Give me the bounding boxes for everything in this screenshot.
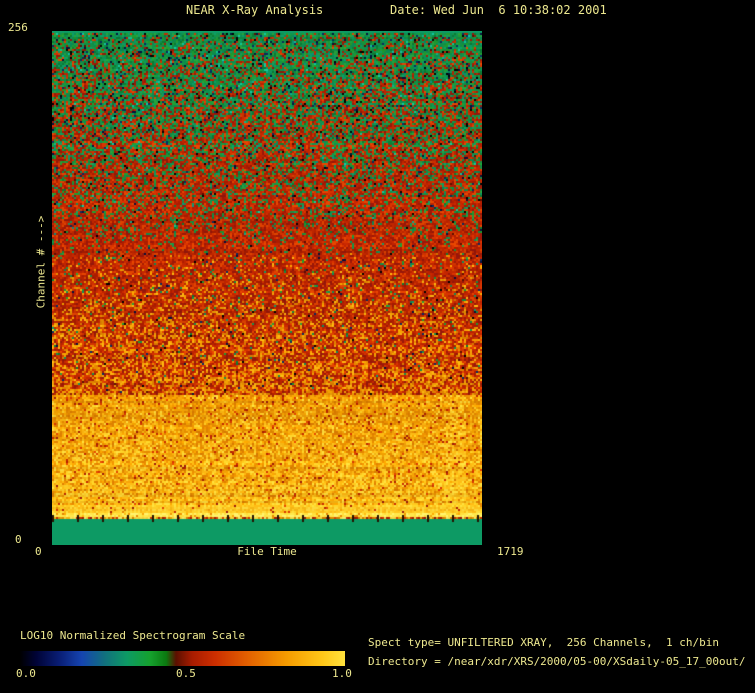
date-label: Date: Wed Jun 6 10:38:02 2001 <box>390 3 607 17</box>
directory-line: Directory = /near/xdr/XRS/2000/05-00/XSd… <box>368 655 746 668</box>
x-axis-max-label: 1719 <box>497 545 524 558</box>
spect-type-line: Spect type= UNFILTERED XRAY, 256 Channel… <box>368 636 719 649</box>
y-axis-title: Channel # ---> <box>34 215 48 309</box>
y-axis-max-label: 256 <box>8 21 28 34</box>
spectrogram-canvas <box>52 31 482 545</box>
y-axis-min-label: 0 <box>15 533 22 546</box>
colorbar-tick-high: 1.0 <box>332 667 352 680</box>
x-axis-min-label: 0 <box>35 545 42 558</box>
colorbar-gradient <box>20 651 345 666</box>
page-title: NEAR X-Ray Analysis <box>186 3 324 17</box>
app-window: NEAR X-Ray Analysis Date: Wed Jun 6 10:3… <box>0 0 755 693</box>
colorbar-tick-mid: 0.5 <box>176 667 196 680</box>
colorbar-title: LOG10 Normalized Spectrogram Scale <box>20 629 246 642</box>
colorbar-tick-low: 0.0 <box>16 667 36 680</box>
x-axis-title: File Time <box>237 545 297 558</box>
